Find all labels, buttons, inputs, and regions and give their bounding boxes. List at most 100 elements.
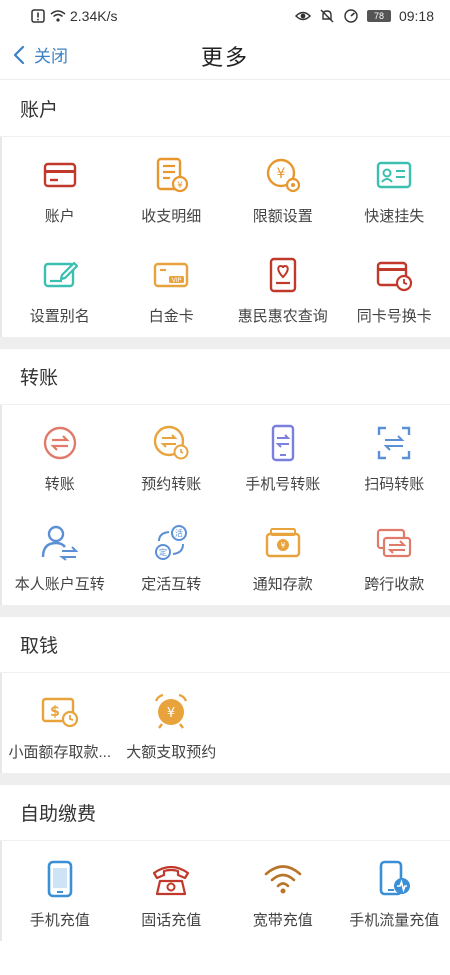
grid-item-label: 大额支取预约: [126, 744, 217, 761]
fixed-current-transfer-icon: 活定: [155, 525, 188, 560]
svg-text:定: 定: [159, 547, 167, 557]
grid-item-landline-recharge[interactable]: 固话充值: [116, 841, 228, 941]
grid-item-small-cash[interactable]: $ 小面额存取款...: [4, 673, 116, 773]
grid-item-label: 固话充值: [141, 912, 202, 929]
grid-item-label: 限额设置: [252, 208, 313, 225]
grid-item-label: 收支明细: [141, 208, 202, 225]
grid-item-label: 转账: [44, 476, 75, 493]
svg-text:$: $: [50, 704, 60, 720]
grid-item-label: 预约转账: [141, 476, 202, 493]
transfer-icon: [43, 426, 76, 460]
svg-text:¥: ¥: [177, 181, 183, 191]
grid-item-report-loss[interactable]: 快速挂失: [339, 137, 450, 237]
grid-item-label: 宽带充值: [252, 912, 313, 929]
section-title-payment: 自助缴费: [0, 785, 450, 841]
grid-item-label: 扫码转账: [364, 476, 425, 493]
grid-item-edit-alias[interactable]: 设置别名: [4, 237, 116, 337]
grid-item-transfer[interactable]: 转账: [4, 405, 116, 505]
svg-text:¥: ¥: [280, 541, 285, 550]
wifi-icon: [264, 865, 302, 894]
grid-item-label: 手机号转账: [245, 476, 321, 493]
grid-item-account[interactable]: 账户: [4, 137, 116, 237]
grid-item-label: 账户: [44, 208, 75, 225]
grid-item-scheduled-transfer[interactable]: 预约转账: [116, 405, 228, 505]
grid-item-large-withdraw[interactable]: ¥ 大额支取预约: [116, 673, 228, 773]
grid-item-label: 手机流量充值: [349, 912, 440, 929]
grid-item-label: 白金卡: [148, 308, 194, 325]
transfer-section: 转账 转账 预约转账 手机号转账 扫码转账 本人账户互转 活 定 定活互转 ¥ …: [0, 349, 450, 605]
grid-item-label: 本人账户互转: [14, 576, 105, 593]
large-withdraw-alarm-icon: ¥: [155, 693, 188, 729]
payment-section: 自助缴费 手机充值 固话充值 宽带充值 手机流量充值: [0, 785, 450, 941]
scheduled-transfer-icon: [154, 425, 189, 460]
grid-item-label: 跨行收款: [364, 576, 425, 593]
grid-item-fixed-current-transfer[interactable]: 活定 定活互转: [116, 505, 228, 605]
section-divider: [0, 605, 450, 617]
mobile-recharge-icon: [47, 860, 73, 898]
scan-transfer-icon: [378, 426, 411, 460]
page-title: 更多: [200, 44, 249, 70]
card-icon: [43, 162, 76, 188]
withdraw-grid: $ 小面额存取款... ¥ 大额支取预约: [0, 673, 450, 773]
section-title-withdraw: 取钱: [0, 617, 450, 673]
interbank-collect-icon: [377, 528, 412, 558]
grid-item-notice-deposit[interactable]: ¥ 通知存款: [227, 505, 339, 605]
grid-item-label: 同卡号换卡: [356, 308, 432, 325]
speed-gauge-icon: [344, 9, 358, 23]
grid-item-label: 惠民惠农查询: [237, 308, 328, 325]
account-section: 账户 账户 ¥ 收支明细 ¥ 限额设置 快速挂失 设置别名 VIP 白金卡 惠民…: [0, 81, 450, 337]
grid-item-phone-transfer[interactable]: 手机号转账: [227, 405, 339, 505]
grid-item-mobile-data-recharge[interactable]: 手机流量充值: [339, 841, 450, 941]
grid-item-broadband-recharge[interactable]: 宽带充值: [227, 841, 339, 941]
section-divider: [0, 773, 450, 785]
grid-item-card-replace[interactable]: 同卡号换卡: [339, 237, 450, 337]
payment-grid: 手机充值 固话充值 宽带充值 手机流量充值: [0, 841, 450, 941]
grid-item-label: 定活互转: [141, 576, 202, 593]
eye-icon: [294, 11, 311, 21]
own-account-transfer-icon: [41, 525, 79, 561]
grid-item-interbank-collect[interactable]: 跨行收款: [339, 505, 450, 605]
report-loss-icon: [377, 161, 412, 189]
sections: 账户 账户 ¥ 收支明细 ¥ 限额设置 快速挂失 设置别名 VIP 白金卡 惠民…: [0, 81, 450, 941]
section-title-transfer: 转账: [0, 349, 450, 405]
nav-bar: 关闭 更多: [0, 32, 450, 80]
transfer-grid: 转账 预约转账 手机号转账 扫码转账 本人账户互转 活定 定活互转 ¥ 通知存款…: [0, 405, 450, 605]
grid-item-label: 设置别名: [29, 308, 90, 325]
card-replace-icon: [377, 261, 413, 292]
grid-item-label: 小面额存取款...: [8, 744, 111, 761]
svg-text:¥: ¥: [167, 706, 175, 721]
benefit-query-icon: [269, 257, 296, 293]
grid-item-own-account-transfer[interactable]: 本人账户互转: [4, 505, 116, 605]
limit-settings-icon: ¥: [266, 158, 300, 193]
grid-item-benefit-query[interactable]: 惠民惠农查询: [227, 237, 339, 337]
status-bar: 2.34K/s 78 09:18: [0, 0, 450, 32]
svg-text:¥: ¥: [276, 166, 285, 182]
mute-bell-icon: [320, 9, 334, 23]
grid-item-label: 手机充值: [29, 912, 90, 929]
vip-card-icon: VIP: [154, 262, 189, 288]
grid-item-scan-transfer[interactable]: 扫码转账: [339, 405, 450, 505]
svg-text:VIP: VIP: [172, 277, 182, 284]
edit-alias-icon: [43, 261, 78, 288]
grid-item-bill-details[interactable]: ¥ 收支明细: [116, 137, 228, 237]
notice-deposit-icon: ¥: [265, 528, 300, 558]
battery-icon: 78: [366, 10, 391, 22]
grid-item-label: 快速挂失: [364, 208, 425, 225]
mobile-data-icon: [379, 860, 411, 896]
grid-item-mobile-recharge[interactable]: 手机充值: [4, 841, 116, 941]
landline-icon: [153, 865, 190, 896]
clock: 09:18: [398, 8, 434, 24]
phone-transfer-icon: [271, 424, 294, 462]
alert-icon: [31, 9, 45, 23]
grid-item-label: 通知存款: [252, 576, 313, 593]
account-grid: 账户 ¥ 收支明细 ¥ 限额设置 快速挂失 设置别名 VIP 白金卡 惠民惠农查…: [0, 137, 450, 337]
section-divider: [0, 337, 450, 349]
grid-item-platinum-card[interactable]: VIP 白金卡: [116, 237, 228, 337]
svg-text:活: 活: [175, 528, 183, 538]
small-cash-icon: $: [41, 697, 78, 728]
section-title-account: 账户: [0, 81, 450, 137]
wifi-status-icon: [50, 10, 66, 22]
withdraw-section: 取钱 $ 小面额存取款... ¥ 大额支取预约: [0, 617, 450, 773]
network-speed: 2.34K/s: [70, 8, 118, 24]
grid-item-limit-settings[interactable]: ¥ 限额设置: [227, 137, 339, 237]
